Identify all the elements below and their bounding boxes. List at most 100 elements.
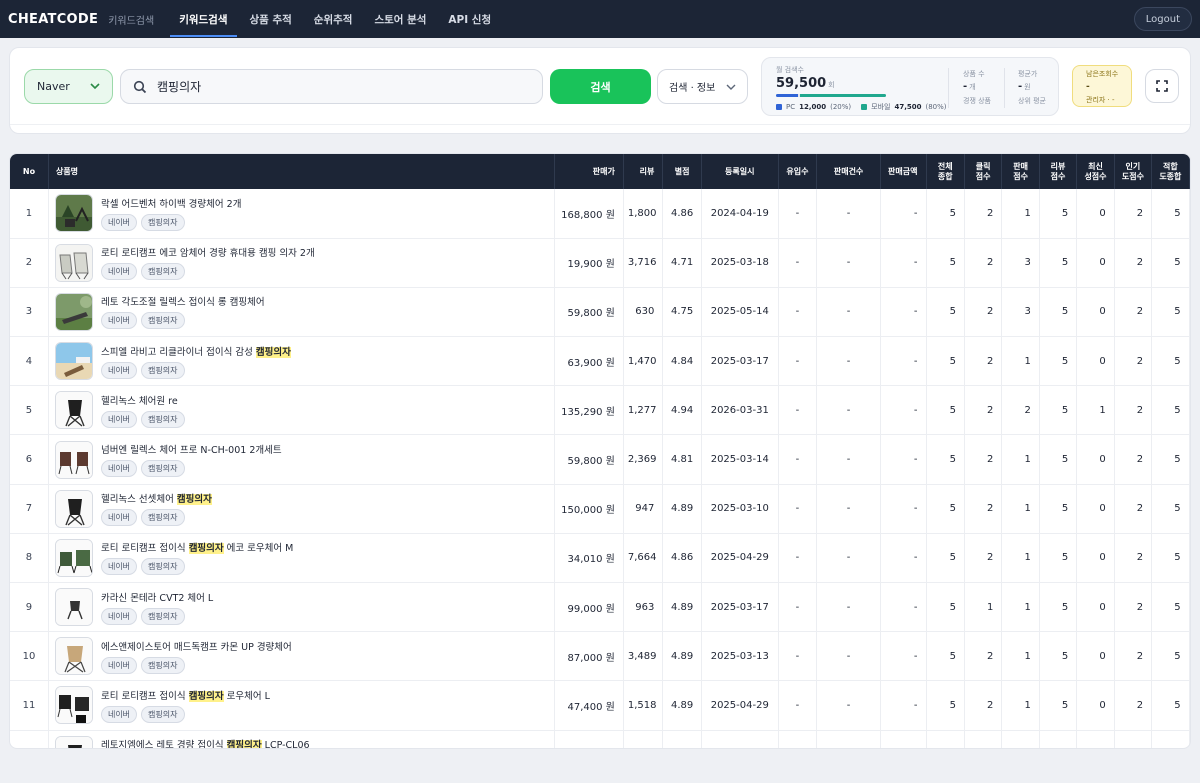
table-row[interactable]: 4 스피엘 라비고 리클라이너 접이식 감성 캠핑의자 네이버 캠핑의자 63,900 … [10,336,1190,387]
table-row[interactable]: 11 로티 로티캠프 접이식 캠핑의자 로우체어 L 네이버 캠핑의자 47,400 원… [10,680,1190,731]
table-row[interactable]: 10 에스앤제이스토어 매드독캠프 카몬 UP 경량체어 네이버 캠핑의자 87,000… [10,631,1190,682]
search-button[interactable]: 검색 [550,69,651,104]
tag-naver[interactable]: 네이버 [100,705,138,723]
column-header[interactable]: No [10,154,49,189]
column-header[interactable]: 별점 [662,154,702,189]
table-row[interactable]: 3 레토 각도조절 릴렉스 접이식 롱 캠핑체어 네이버 캠핑의자 59,800 원 63… [10,287,1190,338]
platform-select[interactable]: Naver [24,69,113,104]
column-header[interactable]: 리뷰 점수 [1039,154,1078,189]
tab-store-analysis[interactable]: 스토어 분석 [363,0,437,38]
tab-keyword-search[interactable]: 키워드검색 [168,0,238,38]
product-thumbnail[interactable] [54,489,93,528]
tag-keyword[interactable]: 캠핑의자 [141,410,185,428]
product-thumbnail[interactable] [54,391,93,430]
table-row[interactable]: 12레토지엠에스 레토 경량 접이식 캠핑의자 LCP-CL06네이버캠핑의자3… [10,730,1190,748]
tag-naver[interactable]: 네이버 [100,607,138,625]
product-name[interactable]: 넘버엔 릴렉스 체어 프로 N-CH-001 2개세트 [101,442,282,456]
tag-keyword[interactable]: 캠핑의자 [141,705,185,723]
tab-product-tracking[interactable]: 상품 추적 [239,0,303,38]
fullscreen-button[interactable] [1145,69,1179,103]
tag-naver[interactable]: 네이버 [100,213,138,231]
column-header[interactable]: 판매금액 [880,154,927,189]
product-cell[interactable]: 넘버엔 릴렉스 체어 프로 N-CH-001 2개세트네이버 캠핑의자 [48,434,556,485]
product-name[interactable]: 로티 로티캠프 접이식 캠핑의자 로우체어 L [101,688,270,702]
tab-rank-tracking[interactable]: 순위추적 [303,0,364,38]
column-header[interactable]: 전체 종합 [926,154,965,189]
table-row[interactable]: 9 카라신 몬테라 CVT2 체어 L 네이버 캠핑의자 99,000 원 963 4.89… [10,582,1190,633]
product-name[interactable]: 로티 로티캠프 에코 암체어 경량 휴대용 캠핑 의자 2개 [101,245,315,259]
tag-naver[interactable]: 네이버 [100,361,138,379]
product-thumbnail[interactable] [54,686,93,725]
tab-api-request[interactable]: API 신청 [437,0,502,38]
product-name[interactable]: 로티 로티캠프 접이식 캠핑의자 에코 로우체어 M [101,540,293,555]
tag-naver[interactable]: 네이버 [100,460,138,478]
product-name[interactable]: 락셀 어드벤처 하이백 경량체어 2개 [101,196,241,210]
product-thumbnail[interactable] [54,588,93,627]
tag-keyword[interactable]: 캠핑의자 [141,656,185,674]
product-cell[interactable]: 레토 각도조절 릴렉스 접이식 롱 캠핑체어네이버 캠핑의자 [48,287,556,338]
table-row[interactable]: 6 넘버엔 릴렉스 체어 프로 N-CH-001 2개세트 네이버 캠핑의자 59,80… [10,434,1190,485]
product-cell[interactable]: 락셀 어드벤처 하이백 경량체어 2개네이버 캠핑의자 [48,189,556,239]
column-header[interactable]: 판매가 [554,154,624,189]
tag-keyword[interactable]: 캠핑의자 [141,361,185,379]
tag-naver[interactable]: 네이버 [100,312,138,330]
column-header[interactable]: 유입수 [778,154,818,189]
table-row[interactable]: 1 락셀 어드벤처 하이백 경량체어 2개 네이버 캠핑의자 168,800 원 1,80… [10,189,1190,239]
product-thumbnail[interactable] [54,194,93,233]
product-cell[interactable]: 스피엘 라비고 리클라이너 접이식 감성 캠핑의자네이버 캠핑의자 [48,336,556,387]
product-name[interactable]: 헬리녹스 선셋체어 캠핑의자 [101,491,212,506]
tag-naver[interactable]: 네이버 [100,509,138,527]
product-cell[interactable]: 에스앤제이스토어 매드독캠프 카몬 UP 경량체어네이버 캠핑의자 [48,631,556,682]
column-header[interactable]: 적합 도종합 [1151,154,1190,189]
product-thumbnail[interactable] [54,735,93,748]
tag-naver[interactable]: 네이버 [100,558,138,576]
table-row[interactable]: 8 로티 로티캠프 접이식 캠핑의자 에코 로우체어 M 네이버 캠핑의자 34,010… [10,533,1190,584]
table-row[interactable]: 7 헬리녹스 선셋체어 캠핑의자 네이버 캠핑의자 150,000 원 947 4.89 20… [10,484,1190,534]
product-name[interactable]: 헬리녹스 체어원 re [101,393,185,407]
column-header[interactable]: 인기 도점수 [1114,154,1153,189]
column-header[interactable]: 등록일시 [701,154,779,189]
column-header[interactable]: 타 [1189,154,1190,189]
tag-keyword[interactable]: 캠핑의자 [141,607,185,625]
tag-naver[interactable]: 네이버 [100,410,138,428]
product-cell[interactable]: 로티 로티캠프 접이식 캠핑의자 에코 로우체어 M 네이버 캠핑의자 [48,533,556,584]
tag-keyword[interactable]: 캠핑의자 [141,460,185,478]
tag-naver[interactable]: 네이버 [100,656,138,674]
column-header[interactable]: 상품명 [48,154,556,189]
tag-keyword[interactable]: 캠핑의자 [141,312,185,330]
product-name[interactable]: 레토 각도조절 릴렉스 접이식 롱 캠핑체어 [101,294,265,308]
product-cell[interactable]: 로티 로티캠프 에코 암체어 경량 휴대용 캠핑 의자 2개네이버 캠핑의자 [48,238,556,288]
product-name[interactable]: 스피엘 라비고 리클라이너 접이식 감성 캠핑의자 [101,344,291,358]
tag-keyword[interactable]: 캠핑의자 [141,558,185,576]
tag-keyword[interactable]: 캠핑의자 [141,213,185,231]
product-name[interactable]: 카라신 몬테라 CVT2 체어 L [101,590,213,604]
tag-keyword[interactable]: 캠핑의자 [141,263,185,281]
product-cell[interactable]: 헬리녹스 선셋체어 캠핑의자네이버 캠핑의자 [48,484,556,534]
column-header[interactable]: 판매건수 [816,154,881,189]
product-thumbnail[interactable] [54,342,93,381]
table-row[interactable]: 2 로티 로티캠프 에코 암체어 경량 휴대용 캠핑 의자 2개 네이버 캠핑의자 19… [10,238,1190,288]
tag-naver[interactable]: 네이버 [100,263,138,281]
column-header[interactable]: 최신 성점수 [1076,154,1115,189]
search-input[interactable] [157,79,517,94]
product-cell[interactable]: 카라신 몬테라 CVT2 체어 L 네이버 캠핑의자 [48,582,556,633]
product-thumbnail[interactable] [54,637,93,676]
tag-keyword[interactable]: 캠핑의자 [141,509,185,527]
product-name[interactable]: 레토지엠에스 레토 경량 접이식 캠핑의자 LCP-CL06 [101,737,310,748]
product-thumbnail[interactable] [54,292,93,331]
search-mode-select[interactable]: 검색 · 정보 [657,69,748,104]
column-header[interactable]: 판매 점수 [1001,154,1040,189]
results-table-container[interactable]: No 상품명 판매가 리뷰 별점 등록일시 유입수 판매건수 판매금액 전체 종합 클릭 점수 판매 점수 리… [9,153,1191,749]
product-name[interactable]: 에스앤제이스토어 매드독캠프 카몬 UP 경량체어 [101,639,292,653]
column-header[interactable]: 리뷰 [623,154,664,189]
product-thumbnail[interactable] [54,243,93,282]
product-cell[interactable]: 헬리녹스 체어원 re 네이버 캠핑의자 [48,385,556,436]
brand-logo[interactable]: CHEATCODE [8,12,98,27]
logout-button[interactable]: Logout [1133,7,1192,31]
column-header[interactable]: 클릭 점수 [964,154,1003,189]
product-thumbnail[interactable] [54,440,93,479]
product-cell[interactable]: 로티 로티캠프 접이식 캠핑의자 로우체어 L 네이버 캠핑의자 [48,680,556,731]
table-row[interactable]: 5 헬리녹스 체어원 re 네이버 캠핑의자 135,290 원 1,277 4.94 202… [10,385,1190,436]
product-cell[interactable]: 레토지엠에스 레토 경량 접이식 캠핑의자 LCP-CL06네이버캠핑의자 [48,730,556,748]
product-thumbnail[interactable] [54,538,93,577]
